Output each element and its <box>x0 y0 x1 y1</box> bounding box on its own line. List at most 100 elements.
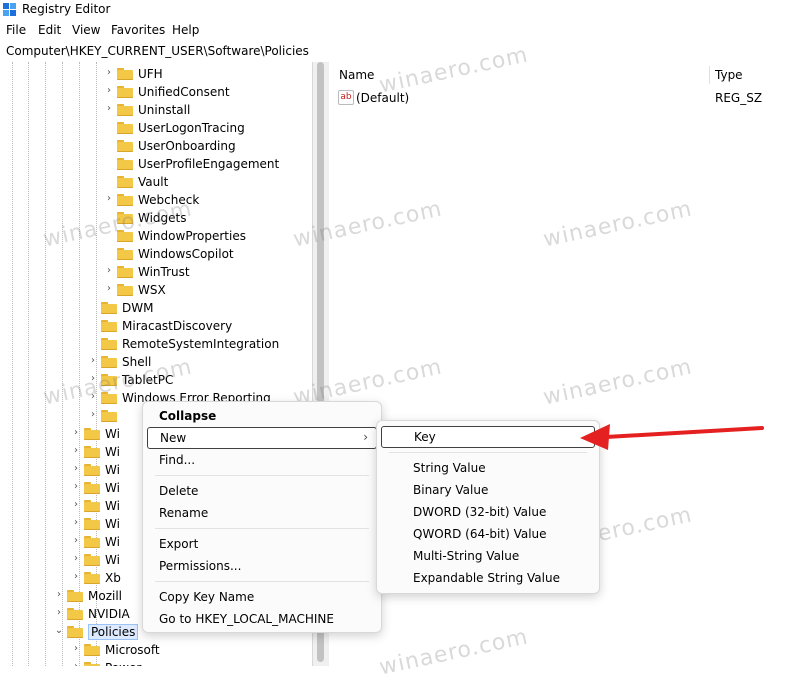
tree-item[interactable]: › Power <box>71 659 311 666</box>
tree-item-label: UserProfileEngagement <box>138 157 280 171</box>
menu-item-export[interactable]: Export <box>147 534 375 554</box>
chevron-right-icon[interactable]: › <box>71 643 81 654</box>
chevron-right-icon[interactable]: › <box>88 409 98 420</box>
tree-item-label: Wi <box>105 427 120 441</box>
chevron-right-icon[interactable]: › <box>54 607 64 618</box>
tree-item[interactable]: UserProfileEngagement <box>104 155 312 173</box>
folder-icon <box>67 590 83 602</box>
tree-item-label: Wi <box>105 463 120 477</box>
menu-item-copy-key-name[interactable]: Copy Key Name <box>147 587 375 607</box>
tree-guide-line <box>62 62 63 666</box>
tree-item[interactable]: › Shell <box>88 353 312 371</box>
window-title: Registry Editor <box>22 2 111 16</box>
menu-separator <box>155 581 369 582</box>
tree-item[interactable]: MiracastDiscovery <box>88 317 312 335</box>
column-header-name[interactable]: Name <box>339 68 374 82</box>
chevron-right-icon[interactable]: › <box>71 481 81 492</box>
menu-help[interactable]: Help <box>172 23 199 37</box>
menu-favorites[interactable]: Favorites <box>111 23 165 37</box>
folder-icon <box>117 68 133 80</box>
folder-icon <box>84 428 100 440</box>
chevron-down-icon[interactable]: ⌄ <box>54 625 64 636</box>
menu-item-find[interactable]: Find... <box>147 450 375 470</box>
tree-item[interactable]: Vault <box>104 173 312 191</box>
column-header-type[interactable]: Type <box>715 68 743 82</box>
submenu-item-multi-string-value[interactable]: Multi-String Value <box>381 546 593 566</box>
folder-icon <box>117 140 133 152</box>
chevron-right-icon[interactable]: › <box>71 517 81 528</box>
chevron-right-icon[interactable]: › <box>71 553 81 564</box>
address-bar[interactable]: Computer\HKEY_CURRENT_USER\Software\Poli… <box>0 41 785 63</box>
chevron-right-icon[interactable]: › <box>71 499 81 510</box>
chevron-right-icon[interactable]: › <box>104 193 114 204</box>
registry-editor-icon <box>3 3 16 16</box>
chevron-right-icon: › <box>363 430 368 444</box>
folder-icon <box>84 500 100 512</box>
tree-item-label: WindowProperties <box>138 229 246 243</box>
menu-item-label: Collapse <box>159 409 217 423</box>
menu-item-label: Permissions... <box>159 559 242 573</box>
tree-item[interactable]: Widgets <box>104 209 312 227</box>
submenu-item-qword-value[interactable]: QWORD (64-bit) Value <box>381 524 593 544</box>
folder-icon <box>117 266 133 278</box>
chevron-right-icon[interactable]: › <box>71 571 81 582</box>
tree-item[interactable]: › WSX <box>104 281 312 299</box>
context-menu: Collapse New › Find... Delete Rename Exp… <box>142 401 382 633</box>
menu-view[interactable]: View <box>72 23 100 37</box>
submenu-item-expandable-string-value[interactable]: Expandable String Value <box>381 568 593 588</box>
folder-icon <box>117 230 133 242</box>
menu-item-rename[interactable]: Rename <box>147 503 375 523</box>
chevron-right-icon[interactable]: › <box>104 67 114 78</box>
tree-item[interactable]: DWM <box>88 299 312 317</box>
menu-item-permissions[interactable]: Permissions... <box>147 556 375 576</box>
submenu-item-string-value[interactable]: String Value <box>381 458 593 478</box>
tree-item[interactable]: UserLogonTracing <box>104 119 312 137</box>
menu-item-label: DWORD (32-bit) Value <box>413 505 547 519</box>
tree-item-label: Xb <box>105 571 121 585</box>
chevron-right-icon[interactable]: › <box>71 535 81 546</box>
chevron-right-icon[interactable]: › <box>54 589 64 600</box>
tree-item[interactable]: UserOnboarding <box>104 137 312 155</box>
tree-item[interactable]: › UnifiedConsent <box>104 83 312 101</box>
menu-edit[interactable]: Edit <box>38 23 61 37</box>
tree-item[interactable]: › TabletPC <box>88 371 312 389</box>
chevron-right-icon[interactable]: › <box>71 427 81 438</box>
submenu-item-binary-value[interactable]: Binary Value <box>381 480 593 500</box>
tree-item[interactable]: › Microsoft <box>71 641 311 659</box>
menu-file[interactable]: File <box>6 23 26 37</box>
chevron-right-icon[interactable]: › <box>88 355 98 366</box>
menu-item-goto-hklm[interactable]: Go to HKEY_LOCAL_MACHINE <box>147 609 375 629</box>
chevron-right-icon[interactable]: › <box>104 265 114 276</box>
menu-item-label: Copy Key Name <box>159 590 255 604</box>
chevron-right-icon[interactable]: › <box>104 283 114 294</box>
tree-item[interactable]: › Webcheck <box>104 191 312 209</box>
chevron-right-icon[interactable]: › <box>88 391 98 402</box>
folder-icon <box>117 212 133 224</box>
tree-item-label: Uninstall <box>138 103 191 117</box>
submenu-item-dword-value[interactable]: DWORD (32-bit) Value <box>381 502 593 522</box>
tree-item[interactable]: WindowsCopilot <box>104 245 312 263</box>
chevron-right-icon[interactable]: › <box>88 373 98 384</box>
menu-item-new[interactable]: New › <box>147 427 377 449</box>
chevron-right-icon[interactable]: › <box>71 661 81 666</box>
chevron-right-icon[interactable]: › <box>71 445 81 456</box>
address-path[interactable]: Computer\HKEY_CURRENT_USER\Software\Poli… <box>6 44 309 58</box>
menu-item-delete[interactable]: Delete <box>147 481 375 501</box>
red-arrow-annotation <box>580 424 764 450</box>
tree-item-label: DWM <box>122 301 154 315</box>
tree-item-label: Microsoft <box>105 643 160 657</box>
menu-item-label: Go to HKEY_LOCAL_MACHINE <box>159 612 334 626</box>
chevron-right-icon[interactable]: › <box>104 103 114 114</box>
chevron-right-icon[interactable]: › <box>71 463 81 474</box>
tree-item[interactable]: › WinTrust <box>104 263 312 281</box>
tree-item[interactable]: › UFH <box>104 65 312 83</box>
submenu-item-key[interactable]: Key <box>381 426 595 448</box>
chevron-right-icon[interactable]: › <box>104 85 114 96</box>
tree-item-label: Wi <box>105 517 120 531</box>
column-divider[interactable] <box>709 66 710 84</box>
tree-item[interactable]: › Uninstall <box>104 101 312 119</box>
tree-item[interactable]: RemoteSystemIntegration <box>88 335 312 353</box>
folder-icon <box>101 374 117 386</box>
menu-item-collapse[interactable]: Collapse <box>147 406 375 426</box>
tree-item[interactable]: WindowProperties <box>104 227 312 245</box>
